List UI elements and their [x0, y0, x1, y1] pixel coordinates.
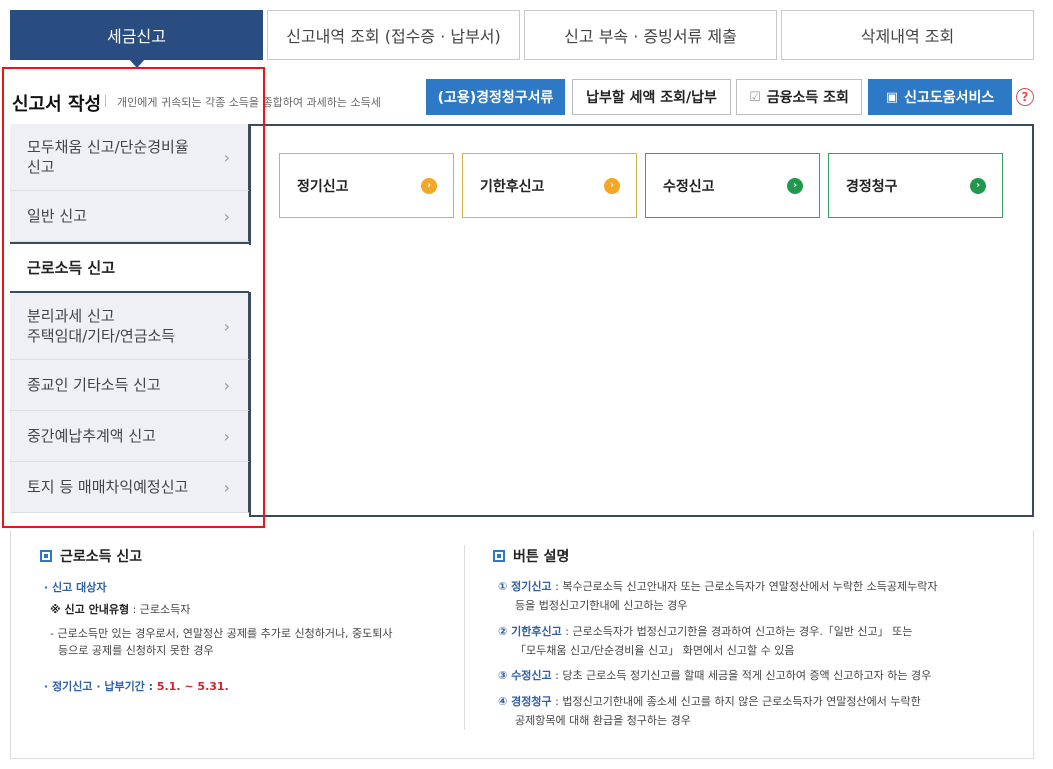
target-label: · 신고 대상자 [44, 581, 107, 594]
target-desc-2: 등으로 공제를 신청하지 못한 경우 [58, 644, 214, 657]
regular-filing-label: 정기신고 [297, 178, 349, 195]
target-desc-1: - 근로소득만 있는 경우로서, 연말정산 공제를 추가로 신청하거나, 중도퇴… [50, 627, 393, 640]
square-bullet-icon [493, 550, 505, 562]
claim-docs-button[interactable]: (고용)경정청구서류 [426, 79, 565, 115]
claim-docs-label: (고용)경정청구서류 [437, 90, 554, 106]
tax-payment-button[interactable]: 납부할 세액 조회/납부 [572, 79, 731, 115]
late-filing-label: 기한후신고 [480, 178, 545, 195]
late-filing-button[interactable]: 기한후신고 › [462, 153, 637, 218]
tab-filing-history[interactable]: 신고내역 조회 (접수증 · 납부서) [267, 10, 520, 60]
help-service-label: 신고도움서비스 [904, 90, 995, 106]
chevron-right-icon: › [223, 477, 230, 497]
info-divider [464, 545, 465, 730]
menu-item-label: 모두채움 신고/단순경비율 신고 [27, 138, 189, 176]
tab-tax-filing[interactable]: 세금신고 [10, 10, 263, 60]
button-desc-2: ② 기한후신고 : 근로소득자가 법정신고기한을 경과하여 신고하는 경우.「일… [498, 625, 913, 638]
menu-item-label: 일반 신고 [27, 207, 87, 225]
button-desc-4: ④ 경정청구 : 법정신고기한내에 종소세 신고를 하지 않은 근로소득자가 연… [498, 695, 921, 708]
arrow-right-circle-icon: › [787, 177, 803, 194]
chevron-right-icon: › [223, 426, 230, 446]
guide-type: ※ 신고 안내유형 : 근로소득자 [50, 603, 191, 616]
button-desc-4b: 공제항목에 대해 환급을 청구하는 경우 [515, 714, 691, 727]
menu-item-earned-income[interactable]: 근로소득 신고 › [10, 242, 250, 293]
menu-item-simple-filing[interactable]: 모두채움 신고/단순경비율 신고 › [10, 124, 250, 191]
menu-item-general-filing[interactable]: 일반 신고 › [10, 191, 250, 242]
correction-claim-label: 경정청구 [846, 178, 898, 195]
arrow-right-circle-icon: › [604, 177, 620, 194]
tab-deleted-history[interactable]: 삭제내역 조회 [781, 10, 1034, 60]
tab-attach-docs[interactable]: 신고 부속 · 증빙서류 제출 [524, 10, 777, 60]
correction-claim-button[interactable]: 경정청구 › [828, 153, 1003, 218]
menu-item-land-sale[interactable]: 토지 등 매매차익예정신고 › [10, 462, 250, 513]
chevron-right-icon: › [223, 147, 230, 167]
arrow-right-circle-icon: › [421, 177, 437, 194]
button-desc-1: ① 정기신고 : 복수근로소득 신고안내자 또는 근로소득자가 연말정산에서 누… [498, 580, 938, 593]
menu-item-label: 분리과세 신고 주택임대/기타/연금소득 [27, 307, 176, 345]
panel-border [249, 292, 251, 517]
page-description: 개인에게 귀속되는 각종 소득을 종합하여 과세하는 소득세 [117, 96, 381, 109]
help-service-button[interactable]: ▣ 신고도움서비스 [868, 79, 1012, 115]
menu-item-label: 근로소득 신고 [27, 258, 116, 277]
info-left-title: 근로소득 신고 [40, 546, 142, 566]
menu-item-religious-income[interactable]: 종교인 기타소득 신고 › [10, 360, 250, 411]
menu-item-interim-prepayment[interactable]: 중간예납추계액 신고 › [10, 411, 250, 462]
amended-filing-label: 수정신고 [663, 178, 715, 195]
panel-border [249, 124, 251, 245]
title-divider [105, 95, 106, 107]
button-desc-3: ③ 수정신고 : 당초 근로소득 정기신고를 할때 세금을 적게 신고하여 증액… [498, 669, 932, 682]
chevron-right-icon: › [223, 316, 230, 336]
filing-type-menu: 모두채움 신고/단순경비율신고 › 일반 신고 › 근로소득 신고 › 분리과세… [10, 124, 250, 513]
menu-item-label: 토지 등 매매차익예정신고 [27, 478, 189, 496]
finance-income-button[interactable]: ☑ 금융소득 조회 [736, 79, 862, 115]
filing-period: · 정기신고 · 납부기간 : 5.1. ~ 5.31. [44, 680, 229, 693]
book-icon: ▣ [885, 89, 899, 105]
help-icon[interactable]: ? [1016, 88, 1034, 106]
square-bullet-icon [40, 550, 52, 562]
regular-filing-button[interactable]: 정기신고 › [279, 153, 454, 218]
info-right-title: 버튼 설명 [493, 546, 569, 566]
menu-item-label: 종교인 기타소득 신고 [27, 376, 161, 394]
tax-payment-label: 납부할 세액 조회/납부 [586, 90, 717, 106]
chevron-right-icon: › [223, 375, 230, 395]
chevron-right-icon: › [223, 206, 230, 226]
menu-item-label: 중간예납추계액 신고 [27, 427, 156, 445]
amended-filing-button[interactable]: 수정신고 › [645, 153, 820, 218]
arrow-right-circle-icon: › [970, 177, 986, 194]
top-tabs: 세금신고 신고내역 조회 (접수증 · 납부서) 신고 부속 · 증빙서류 제출… [10, 10, 1034, 60]
button-desc-1b: 등을 법정신고기한내에 신고하는 경우 [515, 599, 688, 612]
checkbox-icon: ☑ [749, 89, 761, 105]
finance-income-label: 금융소득 조회 [766, 90, 849, 106]
page-title: 신고서 작성 [12, 94, 102, 115]
button-desc-2b: 「모두채움 신고/단순경비율 신고」 화면에서 신고할 수 있음 [515, 644, 795, 657]
menu-item-separate-tax[interactable]: 분리과세 신고 주택임대/기타/연금소득 › [10, 293, 250, 360]
